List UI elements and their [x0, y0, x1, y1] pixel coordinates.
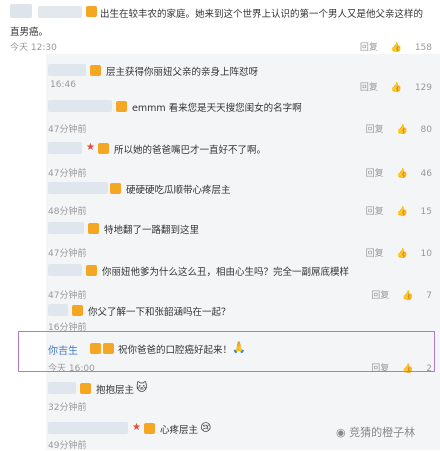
reply-time: 47分钟前	[48, 125, 87, 135]
reply-button[interactable]: 回复	[360, 43, 378, 53]
highlight-box	[18, 331, 435, 372]
reply-button[interactable]: 回复	[360, 83, 378, 93]
post-time: 今天 12:30	[10, 43, 57, 53]
reply-text: 抱抱层主	[96, 385, 135, 396]
post-text-cont: 直男癌。	[10, 27, 49, 38]
thumb-icon[interactable]: 👍	[391, 83, 402, 93]
reply-time: 47分钟前	[48, 169, 87, 179]
username-blurred[interactable]	[48, 64, 86, 76]
vip-badge-icon	[110, 183, 121, 194]
username-blurred[interactable]	[48, 382, 76, 394]
like-count: 15	[420, 207, 432, 217]
thumb-icon[interactable]: 👍	[396, 169, 407, 179]
avatar[interactable]	[10, 4, 32, 18]
vip-badge-icon	[86, 265, 97, 276]
like-count: 10	[420, 249, 432, 259]
thumb-icon[interactable]: 👍	[396, 125, 407, 135]
post-text: 出生在较丰农的家庭。她来到这个世界上认识的第一个男人又是他父亲这样的	[100, 9, 424, 20]
username-blurred[interactable]	[48, 264, 82, 276]
reply-button[interactable]: 回复	[366, 125, 384, 135]
reply-button[interactable]: 回复	[366, 169, 384, 179]
username-blurred[interactable]	[48, 182, 108, 194]
star-icon: ★	[132, 422, 141, 433]
emoji-icon: 🐱	[136, 381, 148, 394]
username-blurred[interactable]	[48, 100, 112, 112]
vip-badge-icon	[86, 6, 97, 17]
wechat-icon: ◉	[336, 426, 346, 439]
username-blurred[interactable]	[38, 6, 82, 18]
like-count: 7	[426, 291, 432, 301]
emoji-icon: 😢	[200, 421, 212, 434]
reply-time: 47分钟前	[48, 291, 87, 301]
reply-button[interactable]: 回复	[366, 249, 384, 259]
reply-thread: 层主获得你丽妞父亲的亲身上阵怼呀 16:46 回复 👍 129 emmm 看来您…	[46, 54, 440, 451]
reply-button[interactable]: 回复	[371, 291, 389, 301]
thumb-icon[interactable]: 👍	[391, 43, 402, 53]
username-blurred[interactable]	[48, 142, 82, 154]
reply-text: 层主获得你丽妞父亲的亲身上阵怼呀	[106, 67, 259, 78]
reply-actions: 回复 👍 46	[356, 166, 432, 179]
reply-time: 32分钟前	[48, 403, 87, 413]
star-icon: ★	[86, 142, 95, 153]
reply-actions: 回复 👍 7	[361, 288, 432, 301]
vip-badge-icon	[116, 101, 127, 112]
reply-time: 47分钟前	[48, 249, 87, 259]
vip-badge-icon	[80, 383, 91, 394]
reply-time: 48分钟前	[48, 207, 87, 217]
like-count: 80	[420, 125, 432, 135]
reply-button[interactable]: 回复	[366, 207, 384, 217]
vip-badge-icon	[144, 423, 155, 434]
reply-actions: 回复 👍 80	[356, 122, 432, 135]
username-blurred[interactable]	[48, 304, 68, 316]
username-blurred[interactable]	[48, 222, 84, 234]
vip-badge-icon	[90, 65, 101, 76]
username-blurred[interactable]	[48, 422, 128, 434]
reply-actions: 回复 👍 129	[350, 80, 432, 93]
reply-actions: 回复 👍 15	[356, 204, 432, 217]
reply-text: 特地翻了一路翻到这里	[104, 225, 200, 236]
reply-time: 16:46	[50, 80, 76, 90]
reply-text: 心疼层主	[160, 425, 199, 436]
like-count: 129	[414, 83, 432, 93]
vip-badge-icon	[98, 143, 109, 154]
thumb-icon[interactable]: 👍	[396, 249, 407, 259]
vip-badge-icon	[88, 223, 99, 234]
thumb-icon[interactable]: 👍	[396, 207, 407, 217]
reply-text: emmm 看来您是天天搜您闺女的名字啊	[132, 103, 302, 114]
post-actions: 回复 👍 158	[350, 40, 432, 53]
reply-text: 硬硬硬吃瓜顺带心疼层主	[126, 185, 231, 196]
like-count: 158	[414, 43, 432, 53]
reply-text: 所以她的爸爸嘴巴才一直好不了啊。	[114, 145, 267, 156]
reply-time: 49分钟前	[48, 441, 87, 451]
reply-text: 你丽妞他爹为什么这么丑，相由心生吗？完全一副屌底模样	[102, 267, 350, 278]
like-count: 46	[420, 169, 432, 179]
thumb-icon[interactable]: 👍	[402, 291, 413, 301]
reply-text: 你父了解一下和张韶涵吗在一起？	[88, 307, 231, 318]
watermark: ◉ 竞猜的橙子林	[336, 426, 416, 439]
reply-actions: 回复 👍 10	[356, 246, 432, 259]
vip-badge-icon	[72, 305, 83, 316]
